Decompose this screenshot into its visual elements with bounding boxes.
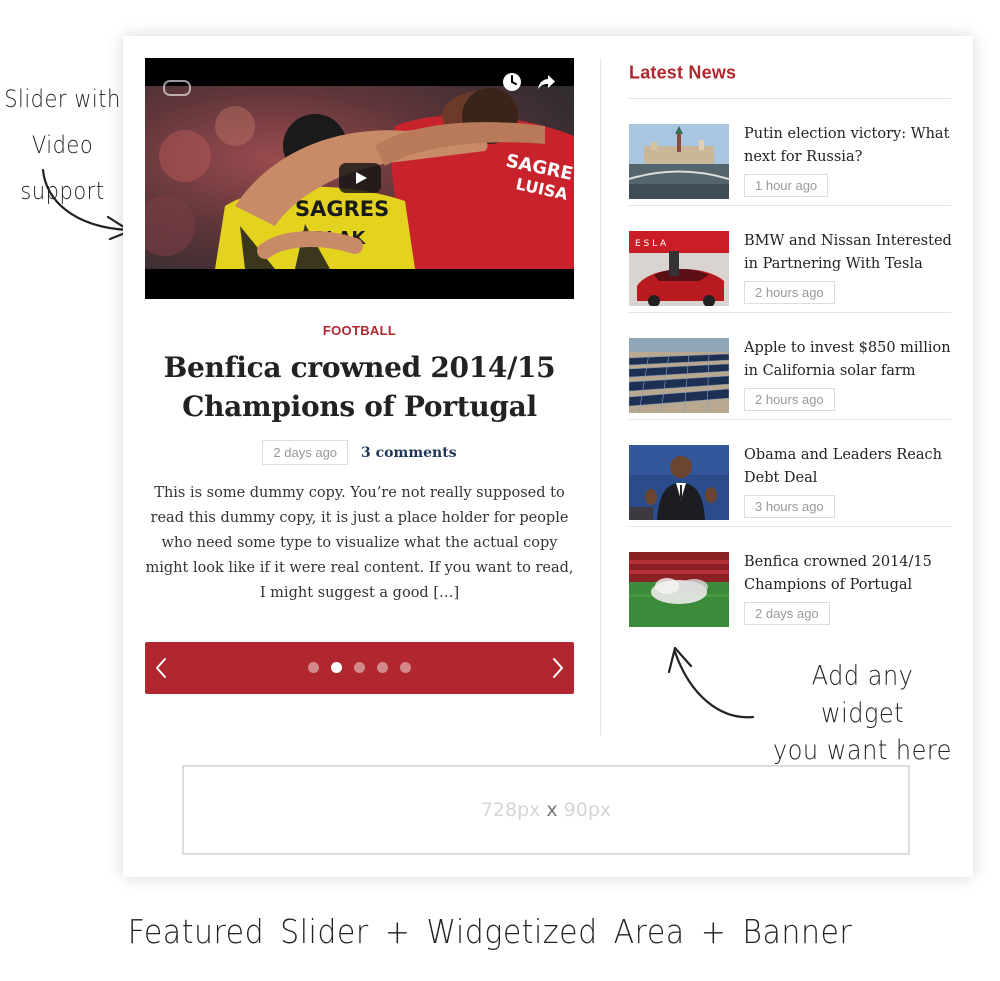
banner-separator: x (546, 799, 558, 821)
news-thumbnail[interactable] (629, 445, 729, 520)
banner-width-label: 728px (480, 799, 541, 821)
post-meta: 2 days ago 3 comments (145, 440, 574, 465)
channel-logo-icon (163, 80, 191, 96)
comments-link[interactable]: 3 comments (361, 445, 457, 461)
play-icon[interactable] (339, 163, 381, 193)
slider-dot[interactable] (354, 662, 365, 673)
news-thumbnail[interactable] (629, 124, 729, 199)
chevron-left-icon[interactable] (150, 656, 174, 680)
post-category[interactable]: FOOTBALL (145, 323, 574, 338)
news-title[interactable]: Obama and Leaders Reach Debt Deal (744, 444, 956, 490)
slider-navigation (145, 642, 574, 694)
video-player[interactable]: SAGRE LUISA SAGRES OBLAK (145, 58, 574, 299)
latest-news-widget: Latest News Putin election victory: What… (629, 61, 952, 634)
featured-slider: SAGRE LUISA SAGRES OBLAK FOOTBALL Benfic… (145, 58, 574, 606)
banner-height-label: 90px (563, 799, 612, 821)
slider-dot[interactable] (400, 662, 411, 673)
news-item: E S L A BMW and Nissan Interested in Par… (629, 206, 952, 313)
news-date: 2 hours ago (744, 281, 835, 304)
news-thumbnail[interactable] (629, 552, 729, 627)
slider-dots (308, 662, 411, 673)
annotation-line: Add any widget (811, 660, 914, 729)
annotation-line: Slider with (4, 85, 121, 113)
post-title[interactable]: Benfica crowned 2014/15 Champions of Por… (145, 348, 574, 426)
slider-dot[interactable] (308, 662, 319, 673)
share-icon[interactable] (536, 72, 556, 92)
news-title[interactable]: BMW and Nissan Interested in Partnering … (744, 230, 956, 276)
news-date: 3 hours ago (744, 495, 835, 518)
annotation-line: you want here (773, 735, 952, 766)
post-excerpt: This is some dummy copy. You’re not real… (145, 485, 574, 601)
news-item: Putin election victory: What next for Ru… (629, 99, 951, 206)
news-item: Benfica crowned 2014/15 Champions of Por… (629, 527, 951, 634)
news-thumbnail[interactable] (629, 338, 729, 413)
clock-icon[interactable] (502, 72, 522, 92)
thumb-text: E S L A (635, 239, 667, 249)
curved-arrow-icon (667, 646, 755, 719)
slider-dot[interactable] (377, 662, 388, 673)
news-item: Apple to invest $850 million in Californ… (629, 313, 951, 420)
news-title[interactable]: Apple to invest $850 million in Californ… (744, 337, 956, 383)
news-item: Obama and Leaders Reach Debt Deal 3 hour… (629, 420, 951, 527)
ad-banner-placeholder[interactable]: 728px x 90px (182, 765, 910, 855)
news-thumbnail[interactable]: E S L A (629, 231, 729, 306)
news-title[interactable]: Benfica crowned 2014/15 Champions of Por… (744, 551, 956, 597)
feature-caption: Featured Slider + Widgetized Area + Bann… (127, 913, 853, 952)
widget-title: Latest News (629, 61, 737, 83)
chevron-right-icon[interactable] (545, 656, 569, 680)
column-divider (600, 58, 601, 735)
news-title[interactable]: Putin election victory: What next for Ru… (744, 123, 956, 169)
shirt-text: SAGRES (295, 197, 389, 221)
post-date: 2 days ago (262, 440, 349, 465)
news-date: 1 hour ago (744, 174, 829, 197)
news-date: 2 hours ago (744, 388, 835, 411)
slider-dot-active[interactable] (331, 662, 342, 673)
video-controls (502, 72, 556, 92)
widget-annotation: Add any widget you want here (770, 657, 955, 769)
news-date: 2 days ago (744, 602, 830, 625)
